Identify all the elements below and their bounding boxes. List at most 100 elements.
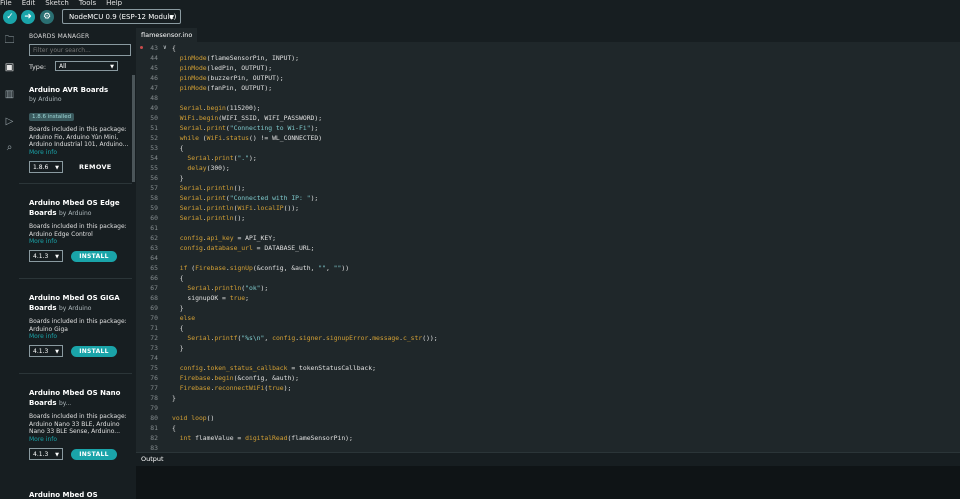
code-line[interactable]: 50 WiFi.begin(WIFI_SSID, WIFI_PASSWORD); (136, 113, 960, 123)
code-token: , (325, 264, 334, 272)
code-line[interactable]: 64 (136, 253, 960, 263)
code-token: begin (198, 114, 219, 122)
debug-icon[interactable]: ▷ (3, 115, 16, 128)
board-description: Boards included in this package: Arduino… (29, 318, 127, 333)
install-button[interactable]: INSTALL (71, 251, 117, 262)
code-line[interactable]: 69 } (136, 303, 960, 313)
output-panel-header: Output (136, 452, 960, 467)
code-line[interactable]: 62 config.api_key = API_KEY; (136, 233, 960, 243)
code-line[interactable]: 70 else (136, 313, 960, 323)
version-select[interactable]: 4.1.3 ▼ (29, 345, 63, 357)
debug-icon: ⚙ (42, 12, 52, 22)
code-line[interactable]: 54 Serial.print("."); (136, 153, 960, 163)
code-token: config (272, 334, 296, 342)
code-line[interactable]: 57 Serial.println(); (136, 183, 960, 193)
code-line[interactable]: 51 Serial.print("Connecting to Wi-Fi"); (136, 123, 960, 133)
board-name: Arduino Mbed OS GIGA Boards by Arduino (29, 294, 120, 312)
code-line[interactable]: 59 Serial.println(WiFi.localIP()); (136, 203, 960, 213)
code-line[interactable]: 53 { (136, 143, 960, 153)
search-icon[interactable]: ⌕ (3, 141, 16, 154)
code-line[interactable]: 71 { (136, 323, 960, 333)
code-token: WiFi (179, 114, 196, 122)
code-line[interactable]: 79 (136, 403, 960, 413)
version-select[interactable]: 1.8.6 ▼ (29, 160, 63, 173)
line-number: 80 (150, 414, 158, 422)
code-token: signupError (326, 334, 369, 342)
library-icon[interactable]: ▥ (3, 88, 16, 101)
code-token: localIP (256, 204, 284, 212)
install-button[interactable]: INSTALL (71, 346, 117, 357)
code-token: pinMode (179, 64, 207, 72)
code-editor[interactable]: 43 ∨{44 pinMode(flameSensorPin, INPUT); 45… (136, 42, 960, 452)
code-token: println (206, 204, 234, 212)
code-line[interactable]: 63 config.database_url = DATABASE_URL; (136, 243, 960, 253)
version-select[interactable]: 4.1.3 ▼ (29, 447, 63, 460)
code-line[interactable]: 78} (136, 393, 960, 403)
code-line[interactable]: 48 (136, 93, 960, 103)
code-line[interactable]: 67 Serial.println("ok"); (136, 283, 960, 293)
code-token: status (225, 134, 249, 142)
code-line[interactable]: 65 if (Firebase.signUp(&config, &auth, "… (136, 263, 960, 273)
version-select[interactable]: 4.1.3 ▼ (29, 250, 63, 262)
divider (19, 278, 132, 279)
code-line[interactable]: 66 { (136, 273, 960, 283)
code-token: (flameSensorPin, INPUT); (206, 54, 299, 62)
code-token: Serial (179, 194, 203, 202)
code-token: = API_KEY; (233, 234, 276, 242)
code-line[interactable]: 76 Firebase.begin(&config, &auth); (136, 373, 960, 383)
remove-button[interactable]: REMOVE (79, 162, 112, 173)
code-line[interactable]: 68 signupOK = true; (136, 293, 960, 303)
code-line[interactable]: 47 pinMode(fanPin, OUTPUT); (136, 83, 960, 93)
code-line[interactable]: 72 Serial.printf("%s\n", config.signer.s… (136, 333, 960, 343)
code-line[interactable]: 52 while (WiFi.status() != WL_CONNECTED) (136, 133, 960, 143)
code-line[interactable]: 82 int flameValue = digitalRead(flameSen… (136, 433, 960, 443)
verify-button[interactable]: ✓ (3, 10, 17, 24)
more-info-link[interactable]: More info (29, 333, 129, 341)
code-line[interactable]: 56 } (136, 173, 960, 183)
output-label[interactable]: Output (141, 453, 164, 466)
code-line[interactable]: 75 config.token_status_callback = tokenS… (136, 363, 960, 373)
code-token: signUp (229, 264, 253, 272)
code-line[interactable]: 74 (136, 353, 960, 363)
type-select[interactable]: All ▼ (55, 61, 118, 71)
code-line[interactable]: 58 Serial.print("Connected with IP: "); (136, 193, 960, 203)
code-text: } (172, 173, 184, 183)
board-name: Arduino Mbed OS Nano Boards by... (29, 389, 121, 407)
more-info-link[interactable]: More info (29, 238, 129, 246)
fold-chevron-icon[interactable]: ∨ (163, 43, 167, 53)
filter-input[interactable] (29, 44, 131, 56)
code-line[interactable]: 60 Serial.println(); (136, 213, 960, 223)
activity-bar: 🗀 ▣ ▥ ▷ ⌕ (0, 28, 19, 499)
code-token: ( (187, 264, 196, 272)
code-line[interactable]: 55 delay(300); (136, 163, 960, 173)
code-line[interactable]: 83 (136, 443, 960, 452)
folder-icon[interactable]: 🗀 (3, 34, 16, 47)
boards-manager-icon[interactable]: ▣ (3, 61, 16, 74)
file-tab[interactable]: flamesensor.ino (136, 28, 198, 43)
debug-button[interactable]: ⚙ (40, 10, 54, 24)
code-line[interactable]: 77 Firebase.reconnectWiFi(true); (136, 383, 960, 393)
code-line[interactable]: 46 pinMode(buzzerPin, OUTPUT); (136, 73, 960, 83)
code-line[interactable]: 44 pinMode(flameSensorPin, INPUT); (136, 53, 960, 63)
scrollbar[interactable] (132, 75, 135, 182)
code-line[interactable]: 73 } (136, 343, 960, 353)
board-selector[interactable]: NodeMCU 0.9 (ESP-12 Module) ▼ (62, 9, 181, 24)
code-text: signupOK = true; (172, 293, 249, 303)
more-info-link[interactable]: More info (29, 149, 129, 157)
code-line[interactable]: 61 (136, 223, 960, 233)
code-line[interactable]: 49 Serial.begin(115200); (136, 103, 960, 113)
line-number: 57 (150, 184, 158, 192)
code-line[interactable]: 45 pinMode(ledPin, OUTPUT); (136, 63, 960, 73)
code-line[interactable]: 81 { (136, 423, 960, 433)
code-line[interactable]: 43 ∨ { (136, 43, 960, 53)
code-token: { (172, 324, 184, 332)
code-token: pinMode (179, 74, 207, 82)
upload-button[interactable]: ➜ (21, 10, 35, 24)
type-select-value: All (59, 63, 67, 70)
more-info-link[interactable]: More info (29, 436, 129, 444)
install-button[interactable]: INSTALL (71, 448, 117, 460)
code-line[interactable]: 80 void loop() (136, 413, 960, 423)
